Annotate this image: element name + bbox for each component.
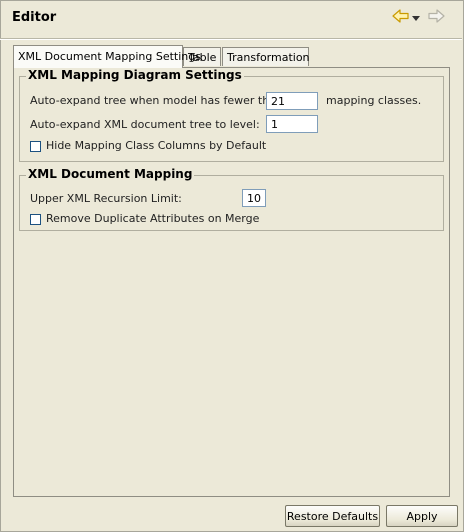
autoexpand-model-label: Auto-expand tree when model has fewer th…	[30, 94, 283, 107]
page-title: Editor	[12, 10, 57, 25]
tab-xml-document-mapping-settings[interactable]: XML Document Mapping Settings	[13, 45, 201, 68]
chevron-down-icon[interactable]	[412, 12, 422, 32]
back-arrow-icon[interactable]	[392, 8, 410, 28]
recursion-limit-label: Upper XML Recursion Limit:	[30, 192, 182, 205]
hide-columns-label: Hide Mapping Class Columns by Default	[46, 139, 267, 152]
autoexpand-xml-label: Auto-expand XML document tree to level:	[30, 118, 260, 131]
remove-duplicates-checkbox[interactable]	[30, 214, 41, 225]
title-bar: Editor	[0, 0, 462, 38]
apply-button[interactable]: Apply	[386, 505, 458, 527]
restore-defaults-button[interactable]: Restore Defaults	[285, 505, 380, 527]
group-title: XML Document Mapping	[26, 167, 195, 181]
remove-duplicates-label: Remove Duplicate Attributes on Merge	[46, 212, 260, 225]
tab-transformation[interactable]: Transformation	[222, 47, 310, 66]
mapping-diagram-settings-group: XML Mapping Diagram Settings Auto-expand…	[19, 68, 444, 162]
hide-columns-checkbox[interactable]	[30, 141, 41, 152]
document-mapping-group: XML Document Mapping Upper XML Recursion…	[19, 167, 444, 231]
group-title: XML Mapping Diagram Settings	[26, 68, 244, 82]
autoexpand-xml-input[interactable]: 1	[266, 115, 318, 133]
autoexpand-model-input[interactable]: 21	[266, 92, 318, 110]
autoexpand-model-suffix: mapping classes.	[326, 94, 422, 107]
forward-arrow-icon[interactable]	[427, 8, 445, 28]
divider-highlight	[0, 39, 462, 40]
tab-panel: XML Mapping Diagram Settings Auto-expand…	[13, 67, 450, 497]
recursion-limit-input[interactable]: 10	[242, 189, 266, 207]
